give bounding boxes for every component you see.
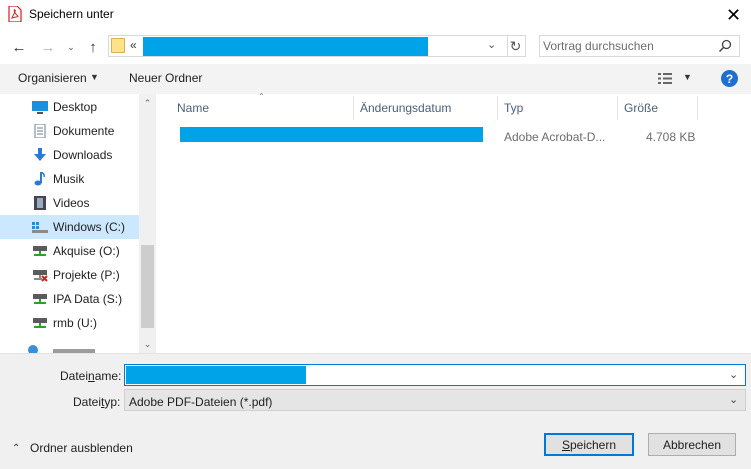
refresh-button[interactable]: ↻ xyxy=(506,35,526,57)
command-toolbar xyxy=(0,64,751,94)
filename-redacted[interactable] xyxy=(126,366,306,384)
path-redacted xyxy=(143,37,428,56)
label-text: Datei xyxy=(73,395,102,409)
sidebar-item-music[interactable]: Musik xyxy=(0,167,139,191)
pdf-app-icon xyxy=(8,6,22,22)
button-accelerator: S xyxy=(561,437,570,452)
scrollbar-thumb[interactable] xyxy=(141,245,154,328)
sidebar-item-label: IPA Data (S:) xyxy=(53,292,123,306)
scroll-up-arrow-icon[interactable]: ⌃ xyxy=(139,96,156,110)
column-header-type[interactable]: Typ xyxy=(504,101,523,115)
label-text: Datei xyxy=(60,369,89,383)
column-header-size[interactable]: Größe xyxy=(624,101,658,115)
file-name-redacted[interactable] xyxy=(180,127,483,142)
column-divider[interactable] xyxy=(497,96,498,120)
sidebar-item-label: Akquise (O:) xyxy=(53,244,120,258)
window-title: Speichern unter xyxy=(29,7,114,21)
up-folder-button[interactable]: ↑ xyxy=(83,36,103,58)
label-text: yp: xyxy=(104,395,121,409)
column-divider[interactable] xyxy=(353,96,354,120)
filetype-value[interactable]: Adobe PDF-Dateien (*.pdf) xyxy=(129,395,272,409)
chevron-down-icon[interactable]: ⌄ xyxy=(729,393,738,406)
sidebar-item-label: rmb (U:) xyxy=(53,316,97,330)
disconnected-drive-icon xyxy=(33,270,48,282)
chevron-down-icon[interactable]: ▼ xyxy=(683,72,692,82)
organize-button[interactable]: Organisieren xyxy=(18,71,87,85)
filetype-label: Dateityp: xyxy=(73,395,120,409)
file-type-cell[interactable]: Adobe Acrobat-D... xyxy=(504,130,605,144)
view-options-icon[interactable] xyxy=(658,73,672,84)
label-accelerator: n xyxy=(88,369,95,383)
videos-icon xyxy=(34,196,46,210)
recent-locations-button[interactable]: ⌄ xyxy=(64,36,78,58)
label-text: ame: xyxy=(94,369,122,383)
file-size-cell[interactable]: 4.708 KB xyxy=(646,130,695,144)
sidebar-item-desktop[interactable]: Desktop xyxy=(0,95,139,119)
new-folder-button[interactable]: Neuer Ordner xyxy=(129,71,202,85)
address-dropdown-button[interactable]: ⌄ xyxy=(487,38,496,51)
button-label: peichern xyxy=(569,437,617,452)
music-icon xyxy=(34,172,45,186)
sidebar-item-label: Dokumente xyxy=(53,124,115,138)
chevron-down-icon[interactable]: ▼ xyxy=(90,72,99,82)
folder-icon xyxy=(111,38,125,53)
downloads-icon xyxy=(34,148,46,161)
sidebar-item-windows-c[interactable]: Windows (C:) xyxy=(0,215,139,239)
network-icon[interactable] xyxy=(28,344,148,353)
search-icon[interactable] xyxy=(718,39,732,53)
desktop-icon xyxy=(32,101,48,114)
sidebar-item-label: Desktop xyxy=(53,100,98,114)
sidebar-item-label: Downloads xyxy=(53,148,113,162)
sidebar-item-label: Projekte (P:) xyxy=(53,268,120,282)
hide-folders-button[interactable]: Ordner ausblenden xyxy=(30,441,133,455)
column-divider[interactable] xyxy=(697,96,698,120)
filename-label: Dateiname: xyxy=(60,369,121,383)
sidebar-item-videos[interactable]: Videos xyxy=(0,191,139,215)
column-divider[interactable] xyxy=(617,96,618,120)
save-button[interactable]: Speichern xyxy=(544,433,634,456)
sidebar-item-label: Musik xyxy=(53,172,85,186)
network-drive-icon xyxy=(33,294,47,304)
search-input[interactable] xyxy=(543,39,713,53)
sidebar-item-label: Videos xyxy=(53,196,90,210)
path-overflow-chevron[interactable]: « xyxy=(130,38,137,52)
scroll-down-arrow-icon[interactable]: ⌄ xyxy=(139,337,156,351)
sidebar-item-ipa-data[interactable]: IPA Data (S:) xyxy=(0,287,139,311)
sidebar-item-rmb[interactable]: rmb (U:) xyxy=(0,311,139,335)
help-icon[interactable]: ? xyxy=(721,70,738,87)
network-drive-icon xyxy=(33,246,47,256)
close-button[interactable]: ✕ xyxy=(716,0,751,30)
drive-icon xyxy=(32,222,48,233)
sidebar-item-documents[interactable]: Dokumente xyxy=(0,119,139,143)
chevron-up-icon[interactable]: ⌃ xyxy=(12,443,20,454)
documents-icon xyxy=(34,124,46,138)
forward-button[interactable]: → xyxy=(38,36,58,58)
sidebar-item-downloads[interactable]: Downloads xyxy=(0,143,139,167)
sort-ascending-icon: ⌃ xyxy=(258,92,265,101)
column-header-date[interactable]: Änderungsdatum xyxy=(360,101,451,115)
cancel-button[interactable]: Abbrechen xyxy=(648,433,736,456)
network-drive-icon xyxy=(33,318,47,328)
navigation-pane: Desktop Dokumente Downloads Musik Videos… xyxy=(0,94,156,353)
sidebar-item-akquise[interactable]: Akquise (O:) xyxy=(0,239,139,263)
sidebar-item-projekte[interactable]: Projekte (P:) xyxy=(0,263,139,287)
chevron-down-icon[interactable]: ⌄ xyxy=(729,368,738,381)
back-button[interactable]: ← xyxy=(8,36,30,58)
column-header-name[interactable]: Name xyxy=(177,101,209,115)
sidebar-item-label: Windows (C:) xyxy=(53,220,126,234)
